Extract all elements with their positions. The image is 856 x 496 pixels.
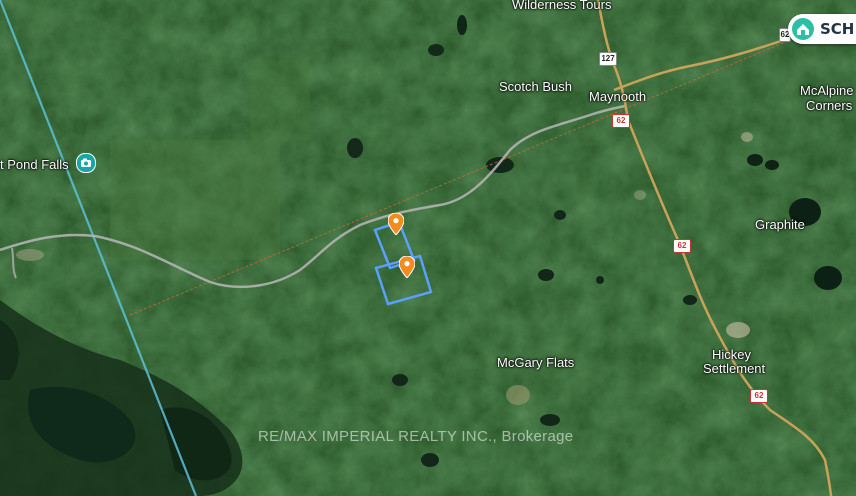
highway-shield-127: 127 xyxy=(599,52,617,66)
tourist-attraction-icon[interactable] xyxy=(76,153,96,173)
place-label-graphite: Graphite xyxy=(755,217,805,232)
home-logo-icon xyxy=(792,18,814,40)
highway-shield-62: 62 xyxy=(612,114,630,128)
location-pin-icon[interactable] xyxy=(388,213,404,235)
place-label-wilderness-tours: Wilderness Tours xyxy=(512,0,612,12)
place-label-maynooth: Maynooth xyxy=(589,89,647,104)
brand-badge[interactable]: SCH xyxy=(788,14,856,44)
badge-text: SCH xyxy=(820,20,855,38)
highway-shield-62: 62 xyxy=(673,239,691,253)
watermark: RE/MAX IMPERIAL REALTY INC., Brokerage xyxy=(258,428,574,445)
place-label-mcalpine-line1: McAlpine xyxy=(800,83,854,98)
highway-shield-62: 62 xyxy=(750,389,768,403)
location-pin-icon[interactable] xyxy=(399,256,415,278)
place-label-mcalpine-line2: Corners xyxy=(806,98,853,113)
place-label-scotch-bush: Scotch Bush xyxy=(499,79,572,94)
place-label-hickey-line1: Hickey xyxy=(712,347,752,362)
satellite-imagery xyxy=(0,0,856,496)
place-label-mcgary-flats: McGary Flats xyxy=(497,355,575,370)
place-label-hickey-line2: Settlement xyxy=(703,361,766,376)
place-label-pond-falls: t Pond Falls xyxy=(0,157,69,172)
satellite-map[interactable]: Wilderness Tours Scotch Bush Maynooth Mc… xyxy=(0,0,856,496)
